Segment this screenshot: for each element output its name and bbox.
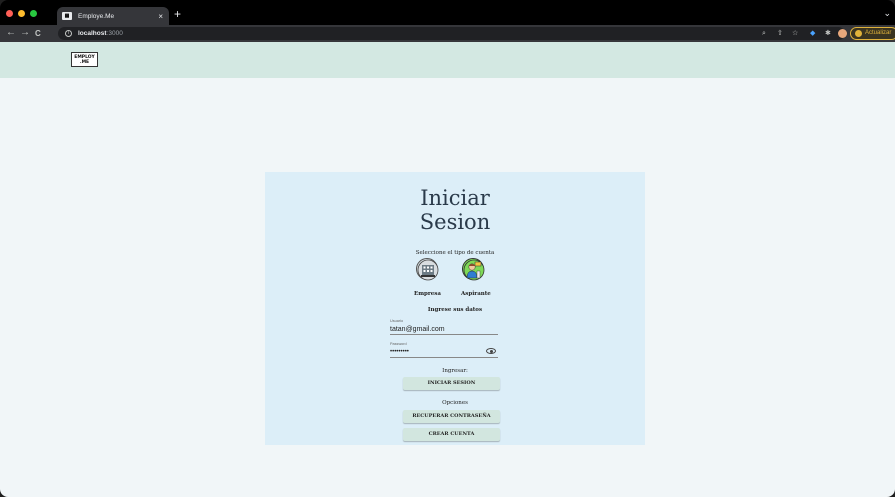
options-section-label: Opciones — [442, 400, 468, 406]
eye-icon[interactable] — [486, 348, 496, 354]
password-label: Password — [390, 342, 407, 346]
login-section-label: Ingresar: — [442, 368, 468, 374]
tab-title: Employe.Me — [78, 12, 115, 20]
browser-toolbar: ← → C i localhost :3000 ⌕ ⇧ ☆ ◆ ✱ Actual… — [0, 25, 895, 42]
new-tab-button[interactable]: + — [174, 8, 181, 20]
tab-search-chevron-icon[interactable]: ⌄ — [883, 8, 891, 19]
password-field[interactable]: ••••••••• — [390, 348, 498, 358]
page-viewport: EMPLOY .ME Iniciar Sesion Seleccione el … — [0, 42, 895, 497]
user-label: Usuario — [390, 319, 404, 323]
eye-pupil — [490, 350, 493, 353]
create-account-button[interactable]: CREAR CUENTA — [403, 428, 500, 441]
url-host: localhost — [78, 30, 107, 37]
url-port: :3000 — [106, 30, 123, 37]
back-button[interactable]: ← — [6, 27, 16, 39]
profile-avatar[interactable] — [838, 29, 847, 38]
maximize-window-button[interactable] — [30, 10, 37, 17]
account-type-empresa[interactable]: Empresa — [414, 291, 441, 297]
forward-button[interactable]: → — [20, 27, 30, 39]
account-type-aspirante[interactable]: Aspirante — [461, 291, 491, 297]
tab-close-icon[interactable]: × — [158, 12, 163, 21]
extensions-puzzle-icon[interactable]: ✱ — [825, 29, 831, 38]
account-type-prompt: Seleccione el tipo de cuenta — [415, 250, 495, 256]
zoom-icon[interactable]: ⌕ — [762, 29, 766, 38]
employ-me-logo[interactable]: EMPLOY .ME — [71, 52, 98, 67]
update-button[interactable]: Actualizar — [850, 27, 895, 40]
address-bar[interactable]: i localhost :3000 — [58, 27, 845, 40]
data-prompt: Ingrese sus datos — [427, 307, 483, 313]
page-title-line2: Sesion — [419, 210, 491, 234]
recover-password-button[interactable]: RECUPERAR CONTRASEÑA — [403, 410, 500, 423]
tab-employe-me[interactable]: ▦ Employe.Me × — [57, 7, 169, 25]
browser-window: ▦ Employe.Me × + ⌄ ← → C i localhost :30… — [0, 0, 895, 497]
person-icon[interactable] — [462, 258, 485, 281]
share-icon[interactable]: ⇧ — [777, 29, 783, 38]
page-title-line1: Iniciar — [420, 186, 490, 210]
login-button[interactable]: INICIAR SESION — [403, 377, 500, 390]
logo-line2: .ME — [79, 60, 90, 65]
minimize-window-button[interactable] — [18, 10, 25, 17]
tab-strip: ▦ Employe.Me × + ⌄ — [0, 0, 895, 25]
user-field[interactable]: tatan@gmail.com — [390, 325, 498, 335]
update-icon — [855, 30, 862, 37]
login-card: Iniciar Sesion Seleccione el tipo de cue… — [265, 172, 645, 445]
favicon-icon: ▦ — [62, 12, 72, 20]
update-label: Actualizar — [865, 30, 892, 36]
extension-icon[interactable]: ◆ — [810, 29, 815, 38]
app-header: EMPLOY .ME — [0, 42, 895, 78]
close-window-button[interactable] — [6, 10, 13, 17]
reload-button[interactable]: C — [35, 28, 41, 40]
site-info-icon[interactable]: i — [65, 30, 72, 37]
building-icon[interactable] — [416, 258, 439, 281]
bookmark-star-icon[interactable]: ☆ — [792, 29, 798, 38]
